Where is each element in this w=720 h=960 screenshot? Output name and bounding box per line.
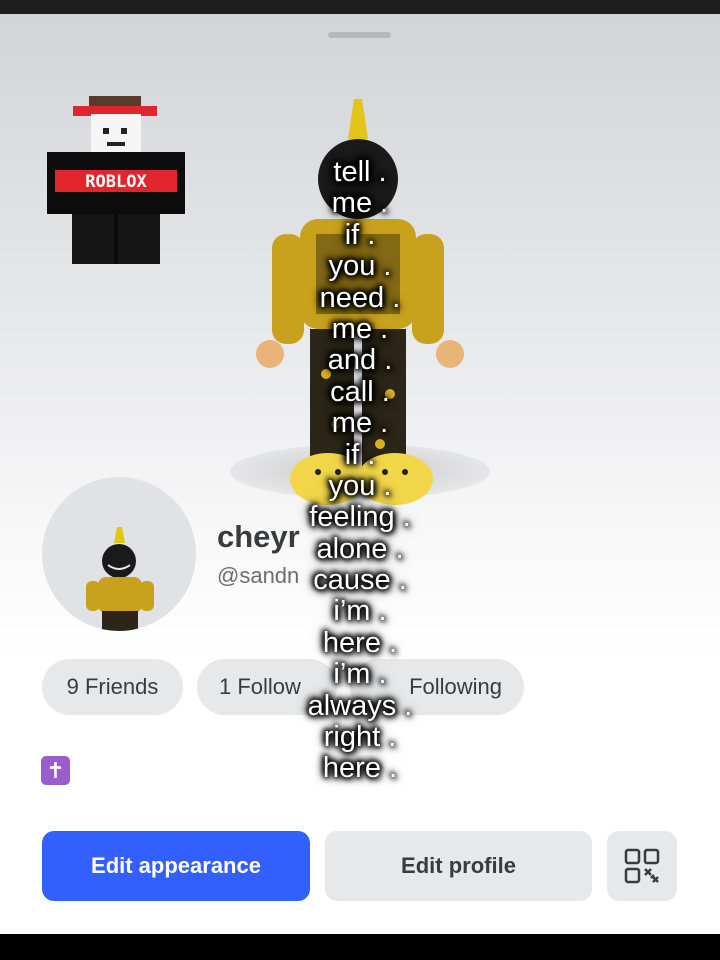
display-name: cheyr bbox=[217, 519, 300, 554]
lyric-line: alone . bbox=[316, 532, 404, 565]
lyric-line: i’m . bbox=[333, 595, 387, 628]
friends-button[interactable]: 9 Friends bbox=[42, 659, 183, 715]
classic-avatar-image: ROBLOX bbox=[47, 96, 185, 264]
qr-code-icon bbox=[624, 848, 660, 884]
lyric-line: you . bbox=[328, 250, 392, 283]
lyric-line: need . bbox=[319, 281, 401, 314]
lyric-line: me . bbox=[331, 312, 389, 345]
lyric-line: right . bbox=[323, 721, 397, 754]
lyrics-overlay: tell . me . if . you . need . me . and .… bbox=[295, 156, 425, 785]
navigation-bar bbox=[0, 934, 720, 960]
lyric-line: feeling . bbox=[309, 501, 411, 534]
edit-profile-button[interactable]: Edit profile bbox=[325, 831, 592, 901]
lyric-line: me . bbox=[331, 187, 389, 220]
lyric-line: you . bbox=[328, 469, 392, 502]
lyric-line: me . bbox=[331, 407, 389, 440]
avatar-headshot[interactable] bbox=[42, 477, 196, 631]
headshot-avatar-image bbox=[86, 527, 154, 631]
profile-screen: ROBLOX cheyr @sandn 9 Friends 1 Follow F… bbox=[0, 14, 720, 934]
lyric-line: call . bbox=[330, 375, 390, 408]
lyric-line: tell . bbox=[333, 156, 387, 188]
sheet-drag-handle[interactable] bbox=[328, 32, 391, 38]
svg-text:ROBLOX: ROBLOX bbox=[85, 172, 147, 192]
lyric-line: always . bbox=[307, 689, 413, 722]
qr-code-button[interactable] bbox=[607, 831, 677, 901]
lyric-line: here . bbox=[322, 752, 398, 785]
username: @sandn bbox=[217, 563, 300, 588]
edit-appearance-button[interactable]: Edit appearance bbox=[42, 831, 310, 901]
lyric-line: i’m . bbox=[333, 658, 387, 691]
lyric-line: if . bbox=[344, 218, 376, 251]
lyric-line: here . bbox=[322, 626, 398, 659]
status-bar bbox=[0, 0, 720, 14]
lyric-line: if . bbox=[344, 438, 376, 471]
cross-badge-icon[interactable]: ✝ bbox=[41, 756, 70, 785]
lyric-line: and . bbox=[327, 344, 393, 377]
lyric-line: cause . bbox=[313, 564, 407, 597]
